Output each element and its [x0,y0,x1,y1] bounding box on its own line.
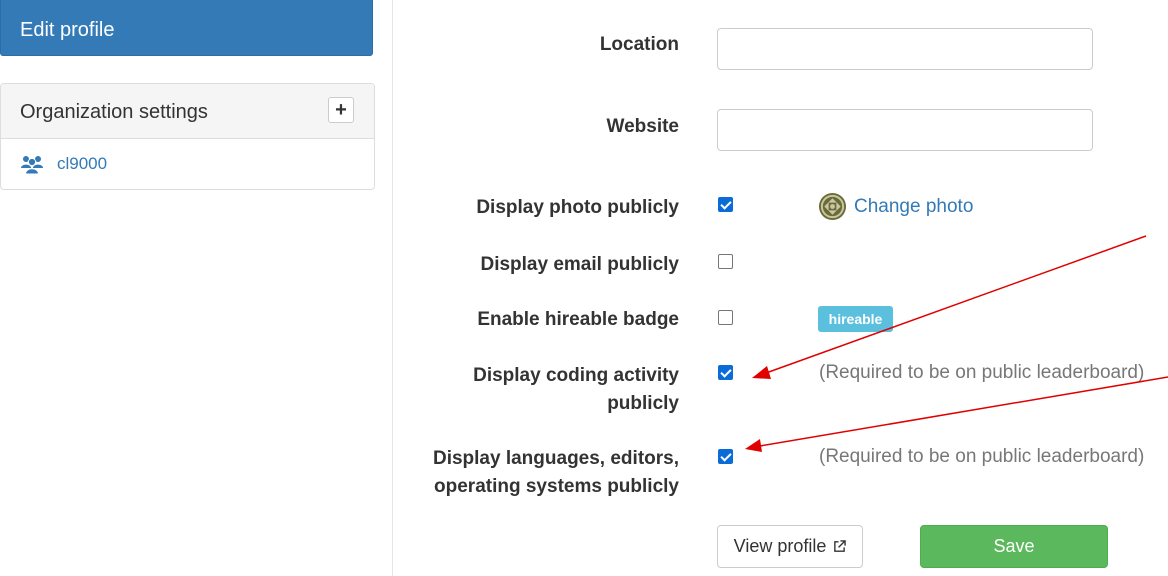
annotation-arrow [752,235,1147,379]
hireable-label: Enable hireable badge [477,309,679,330]
coding-activity-checkbox[interactable] [718,365,733,380]
languages-checkbox[interactable] [718,449,733,464]
save-button[interactable]: Save [920,525,1108,568]
display-photo-label: Display photo publicly [476,197,679,218]
organization-name: cl9000 [57,154,108,173]
website-input[interactable] [717,109,1093,151]
plus-icon: + [335,99,347,121]
languages-label-line1: Display languages, editors, [432,448,679,469]
organization-panel-header: Organization settings + [1,84,374,139]
view-profile-button[interactable]: View profile [717,525,863,568]
location-label: Location [599,34,679,55]
organization-panel: Organization settings + cl9000 [0,83,375,190]
nav-item-label: Edit profile [20,19,115,41]
display-email-label: Display email publicly [480,254,679,275]
users-icon [21,156,43,174]
coding-activity-label-line1: Display coding activity [473,365,679,386]
location-input[interactable] [717,28,1093,70]
nav-item-edit-profile[interactable]: Edit profile [0,0,373,56]
add-organization-button[interactable]: + [328,97,354,123]
coding-activity-help: (Required to be on public leaderboard) [819,362,1145,383]
column-divider [392,0,393,576]
save-label: Save [993,536,1035,556]
coding-activity-label: Display coding activity publicly [473,362,679,418]
change-photo-link[interactable]: Change photo [818,192,973,221]
display-email-checkbox[interactable] [718,254,733,269]
hireable-badge: hireable [818,306,893,332]
languages-label-line2: operating systems publicly [434,476,679,497]
external-link-icon [833,540,847,553]
annotation-arrow [745,376,1168,452]
view-profile-label: View profile [733,536,827,556]
coding-activity-label-line2: publicly [607,393,679,414]
website-label: Website [606,116,679,137]
languages-help: (Required to be on public leaderboard) [819,446,1145,467]
hireable-checkbox[interactable] [718,310,733,325]
organization-settings-title: Organization settings [20,101,208,123]
organization-item[interactable]: cl9000 [20,152,107,176]
languages-label: Display languages, editors, operating sy… [433,445,679,501]
change-photo-label: Change photo [854,195,974,217]
display-photo-checkbox[interactable] [718,197,733,212]
avatar-icon [818,192,847,221]
